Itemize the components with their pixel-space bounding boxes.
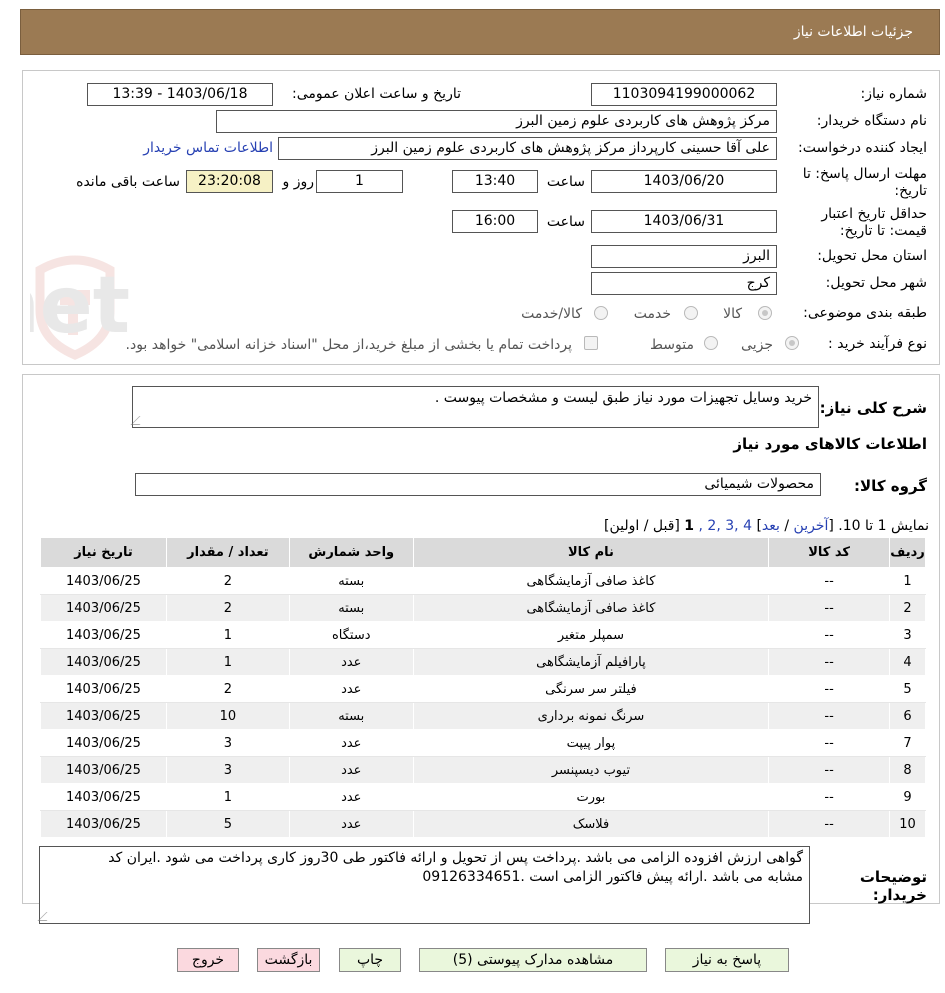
deadline-label-2: تاریخ: bbox=[894, 183, 927, 199]
time-remaining-label: ساعت باقی مانده bbox=[76, 174, 180, 190]
table-row[interactable]: 8 -- تیوب دیسپنسر عدد 3 1403/06/25 bbox=[40, 756, 926, 784]
validity-label-2: قیمت: تا تاریخ: bbox=[839, 223, 927, 239]
purchase-type-label: نوع فرآیند خرید : bbox=[828, 336, 927, 352]
table-row[interactable]: 3 -- سمپلر متغیر دستگاه 1 1403/06/25 bbox=[40, 621, 926, 649]
purchase-medium-label: متوسط bbox=[650, 337, 694, 353]
goods-table: ردیف کد کالا نام کالا واحد شمارش تعداد /… bbox=[40, 537, 926, 838]
validity-label: حداقل تاریخ اعتبار bbox=[821, 206, 927, 222]
need-description-field[interactable]: خرید وسایل تجهیزات مورد نیاز طبق لیست و … bbox=[130, 386, 819, 428]
pagination-page-links[interactable]: 4 ,3 ,2 , bbox=[699, 518, 752, 534]
buyer-notes-label: توضیحات bbox=[859, 868, 927, 886]
print-button[interactable]: چاپ bbox=[339, 948, 401, 972]
pagination-prev-first: [قبل / اولین] bbox=[603, 518, 680, 534]
category-goods-radio[interactable] bbox=[758, 306, 772, 320]
treasury-payment-note: پرداخت تمام یا بخشی از مبلغ خرید،از محل … bbox=[125, 337, 572, 353]
pagination-showing: نمایش 1 تا 10. bbox=[838, 518, 929, 534]
buyer-notes-line-2: مشابه می باشد .ارائه پیش فاکتور الزامی ا… bbox=[422, 869, 803, 885]
table-row[interactable]: 1 -- کاغذ صافی آزمایشگاهی بسته 2 1403/06/25 bbox=[40, 567, 926, 595]
pagination-last-link[interactable]: آخرین bbox=[794, 518, 829, 534]
validity-date-field[interactable]: 1403/06/31 bbox=[591, 210, 777, 233]
page-header: جزئیات اطلاعات نیاز bbox=[20, 9, 940, 55]
col-unit-header: واحد شمارش bbox=[288, 537, 414, 568]
pagination-current-page: 1 bbox=[684, 518, 695, 534]
buyer-org-label: نام دستگاه خریدار: bbox=[816, 113, 927, 129]
back-button[interactable]: بازگشت bbox=[257, 948, 320, 972]
pagination: نمایش 1 تا 10. [آخرین / بعد] 4 ,3 ,2 , 1… bbox=[603, 518, 929, 534]
category-goods-service-label: کالا/خدمت bbox=[521, 306, 582, 322]
page-title: جزئیات اطلاعات نیاز bbox=[793, 24, 913, 40]
validity-time-field[interactable]: 16:00 bbox=[452, 210, 538, 233]
table-row[interactable]: 4 -- پارافیلم آزمایشگاهی عدد 1 1403/06/25 bbox=[40, 648, 926, 676]
table-row[interactable]: 7 -- پوار پیپت عدد 3 1403/06/25 bbox=[40, 729, 926, 757]
col-name-header: نام کالا bbox=[412, 537, 770, 568]
reply-to-need-button[interactable]: پاسخ به نیاز bbox=[665, 948, 789, 972]
table-row[interactable]: 9 -- بورت عدد 1 1403/06/25 bbox=[40, 783, 926, 811]
buyer-notes-field[interactable]: گواهی ارزش افزوده الزامی می باشد .پرداخت… bbox=[37, 846, 810, 924]
announce-label: تاریخ و ساعت اعلان عمومی: bbox=[292, 86, 461, 102]
deadline-label: مهلت ارسال پاسخ: تا bbox=[802, 166, 927, 182]
col-qty-header: تعداد / مقدار bbox=[165, 537, 290, 568]
goods-group-field[interactable]: محصولات شیمیائی bbox=[135, 473, 821, 496]
table-row[interactable]: 5 -- فیلتر سر سرنگی عدد 2 1403/06/25 bbox=[40, 675, 926, 703]
creator-field[interactable]: علی آقا حسینی کارپرداز مرکز پژوهش های کا… bbox=[278, 137, 777, 160]
resize-handle-icon[interactable] bbox=[130, 416, 149, 425]
table-row[interactable]: 10 -- فلاسک عدد 5 1403/06/25 bbox=[40, 810, 926, 838]
need-number-label: شماره نیاز: bbox=[860, 86, 928, 102]
category-service-radio[interactable] bbox=[684, 306, 698, 320]
buyer-notes-line-1: گواهی ارزش افزوده الزامی می باشد .پرداخت… bbox=[108, 850, 803, 866]
buyer-notes-label-2: خریدار: bbox=[872, 886, 927, 904]
city-label: شهر محل تحویل: bbox=[825, 275, 927, 291]
city-field[interactable]: کرج bbox=[591, 272, 777, 295]
table-header-row: ردیف کد کالا نام کالا واحد شمارش تعداد /… bbox=[40, 537, 926, 568]
treasury-payment-checkbox[interactable] bbox=[584, 336, 598, 350]
col-code-header: کد کالا bbox=[768, 537, 891, 568]
resize-handle-icon[interactable] bbox=[37, 912, 56, 921]
deadline-date-field[interactable]: 1403/06/20 bbox=[591, 170, 777, 193]
table-row[interactable]: 6 -- سرنگ نمونه برداری بسته 10 1403/06/25 bbox=[40, 702, 926, 730]
pagination-next-link[interactable]: بعد bbox=[762, 518, 780, 534]
need-description-label: شرح کلی نیاز: bbox=[819, 399, 927, 417]
watermark-text: AriaTender.net bbox=[30, 261, 130, 351]
col-date-header: تاریخ نیاز bbox=[40, 537, 167, 568]
announce-datetime-field[interactable]: 1403/06/18 - 13:39 bbox=[87, 83, 273, 106]
days-label: روز و bbox=[282, 174, 315, 190]
creator-label: ایجاد کننده درخواست: bbox=[798, 140, 927, 156]
days-remaining-field[interactable]: 1 bbox=[316, 170, 403, 193]
deadline-time-label: ساعت bbox=[546, 174, 585, 190]
purchase-medium-radio[interactable] bbox=[704, 336, 718, 350]
category-goods-label: کالا bbox=[723, 306, 742, 322]
goods-group-label: گروه کالا: bbox=[854, 477, 927, 495]
deadline-time-field[interactable]: 13:40 bbox=[452, 170, 538, 193]
category-goods-service-radio[interactable] bbox=[594, 306, 608, 320]
need-number-field[interactable]: 1103094199000062 bbox=[591, 83, 777, 106]
time-remaining-field: 23:20:08 bbox=[186, 170, 273, 193]
goods-info-title: اطلاعات کالاهای مورد نیاز bbox=[733, 435, 927, 453]
exit-button[interactable]: خروج bbox=[177, 948, 239, 972]
need-description-text: خرید وسایل تجهیزات مورد نیاز طبق لیست و … bbox=[434, 390, 812, 406]
province-label: استان محل تحویل: bbox=[817, 248, 927, 264]
purchase-minor-label: جزیی bbox=[741, 337, 773, 353]
validity-time-label: ساعت bbox=[546, 214, 585, 230]
buyer-org-field[interactable]: مرکز پژوهش های کاربردی علوم زمین البرز bbox=[216, 110, 777, 133]
category-label: طبقه بندی موضوعی: bbox=[803, 305, 927, 321]
buyer-contact-link[interactable]: اطلاعات تماس خریدار bbox=[143, 140, 273, 156]
view-attachments-button[interactable]: مشاهده مدارک پیوستی (5) bbox=[419, 948, 647, 972]
col-row-header: ردیف bbox=[889, 537, 926, 568]
table-row[interactable]: 2 -- کاغذ صافی آزمایشگاهی بسته 2 1403/06/25 bbox=[40, 594, 926, 622]
province-field[interactable]: البرز bbox=[591, 245, 777, 268]
category-service-label: خدمت bbox=[633, 306, 671, 322]
purchase-minor-radio[interactable] bbox=[785, 336, 799, 350]
